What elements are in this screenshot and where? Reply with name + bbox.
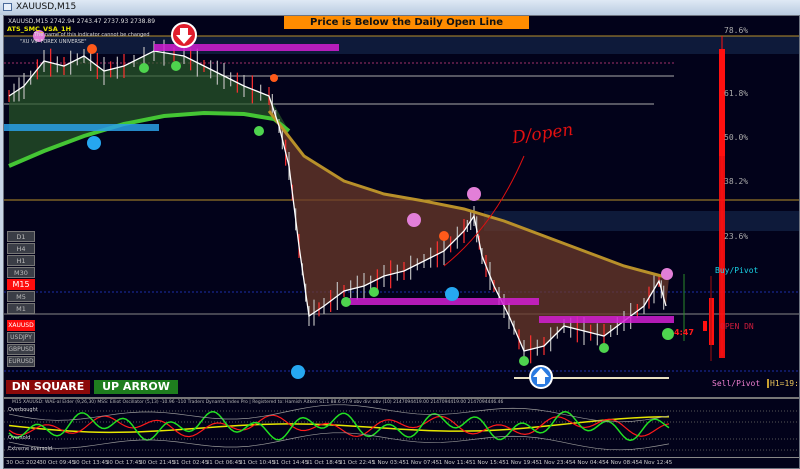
candle-timer: 4:47 [674,328,694,337]
band-lower [8,432,670,451]
fib-618: 61.8% [724,89,749,98]
time-label: 31 Oct 14:45 [272,460,309,466]
signal-dot [270,74,278,82]
time-label: 1 Nov 23:45 [538,460,573,466]
indicator-subwindow[interactable]: M15 XAUUSD: WAE-al Elder (9,26,30) MSS: … [4,397,799,457]
time-label: 1 Nov 03:45 [372,460,406,466]
signal-dot [87,44,97,54]
signal-dot [254,126,264,136]
timeframe-m5[interactable]: M5 [7,291,35,302]
time-axis: 30 Oct 2024 30 Oct 09:45 30 Oct 13:45 30 Oc… [4,457,799,468]
chart-window-icon [3,3,12,11]
signal-dot [171,61,181,71]
signal-dot [599,343,609,353]
sell-pivot-label: Sell/Pivot [712,379,761,388]
time-label: 30 Oct 13:45 [72,460,109,466]
indicator-brand: "XU VIP FOREX UNIVERSE" [20,39,87,45]
oscillator-chart [4,404,799,451]
signal-dot [87,136,101,150]
time-label: 1 Nov 11:45 [438,460,473,466]
fib-zone [484,211,799,231]
time-label: 30 Oct 17:45 [105,460,142,466]
signal-dot [341,297,351,307]
fib-786: 78.6% [724,26,749,35]
symbol-gbpusd[interactable]: GBPUSD [7,344,35,355]
price-status-banner: Price is Below the Daily Open Line [284,16,529,29]
indicator-note: The name of this indicator cannot be cha… [34,32,150,38]
signal-dot [407,213,421,227]
signal-dot [291,365,305,379]
structure-bar [539,316,674,323]
time-label: 31 Oct 02:45 [172,460,209,466]
overbought-label: Overbought [8,407,38,413]
timeframe-h4[interactable]: H4 [7,243,35,254]
open-dn-label: OPEN DN [720,322,754,331]
h1-candle [703,321,707,331]
fib-236: 23.6% [724,232,749,241]
extreme-oversold-label: Extreme oversold [8,446,53,452]
chart-window[interactable]: XAUUSD,M15 2742.94 2743.47 2737.93 2738.… [3,15,800,469]
signal-dot [369,287,379,297]
symbol-usdjpy[interactable]: USDJPY [7,332,35,343]
signal-dot [662,328,674,340]
signal-dot [439,231,449,241]
signal-dot [467,187,481,201]
time-label: 4 Nov 08:45 [605,460,639,466]
signal-dot [661,268,673,280]
h1-timer: H1=19:4 [767,379,799,388]
chart-header: XAUUSD,M15 2742.94 2743.47 2737.93 2738.… [8,18,156,25]
time-label: 31 Oct 10:45 [239,460,275,466]
timeframe-h1[interactable]: H1 [7,255,35,266]
time-label: 4 Nov 04:45 [572,460,606,466]
time-label: 30 Oct 21:45 [139,460,176,466]
time-label: 30 Oct 09:45 [39,460,76,466]
symbol-eurusd[interactable]: EURUSD [7,356,35,367]
subwindow-header: M15 XAUUSD: WAE-al Elder (9,26,30) MSS: … [12,400,504,405]
time-label: 1 Nov 19:45 [505,460,540,466]
up-arrow-button[interactable]: UP ARROW [94,380,178,394]
buy-pivot-label: Buy/Pivot [715,266,759,275]
fib-382: 38.2% [724,177,749,186]
signal-dot [519,356,529,366]
price-chart[interactable] [4,16,800,397]
structure-bar [344,298,539,305]
time-label: 4 Nov 12:45 [638,460,673,466]
dn-square-button[interactable]: DN SQUARE [6,380,90,394]
window-titlebar: XAUUSD,M15 [0,0,800,15]
signal-dot [445,287,459,301]
time-label: 31 Oct 18:45 [305,460,342,466]
timeframe-m15[interactable]: M15 [7,279,35,290]
window-title: XAUUSD,M15 [16,2,77,12]
timeframe-m30[interactable]: M30 [7,267,35,278]
fib-500: 50.0% [724,133,749,142]
time-label: 30 Oct 2024 [6,460,41,466]
structure-bar [4,124,159,131]
time-label: 31 Oct 06:45 [205,460,242,466]
time-label: 31 Oct 22:45 [339,460,375,466]
time-label: 1 Nov 15:45 [472,460,506,466]
timeframe-d1[interactable]: D1 [7,231,35,242]
time-label: 1 Nov 07:45 [405,460,440,466]
oversold-label: Oversold [8,435,31,441]
timeframe-m1[interactable]: M1 [7,303,35,314]
supply-zone [4,36,799,54]
signal-dot [139,63,149,73]
signal-line [8,415,670,434]
symbol-xauusd[interactable]: XAUUSD [7,320,35,331]
